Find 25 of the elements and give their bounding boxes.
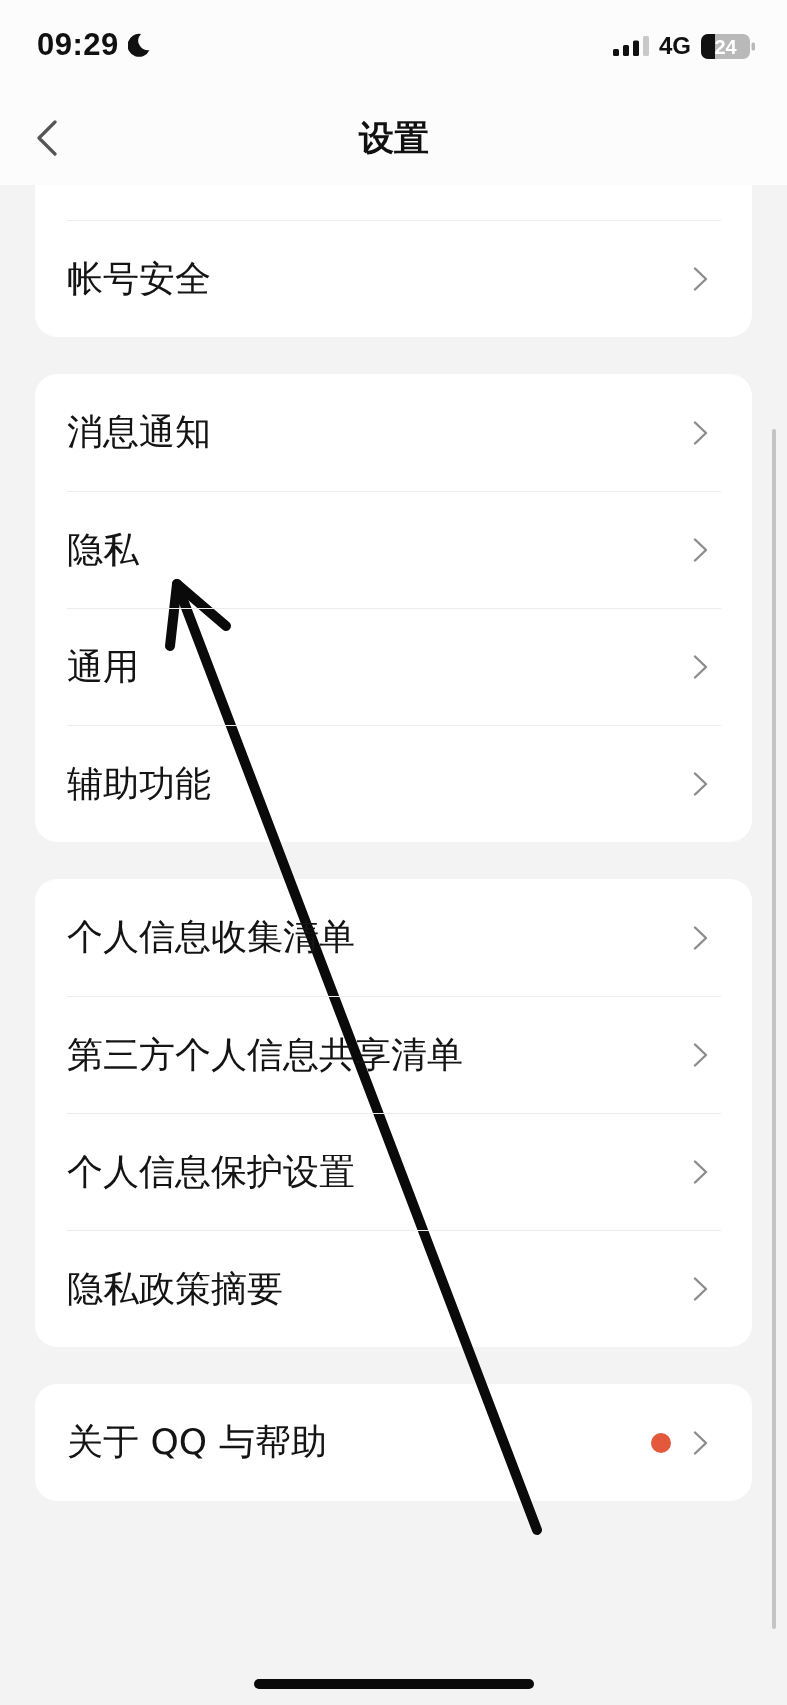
signal-icon bbox=[613, 36, 649, 56]
chevron-right-icon bbox=[693, 925, 708, 950]
moon-icon bbox=[127, 33, 150, 57]
network-type: 4G bbox=[659, 32, 691, 60]
settings-item[interactable]: 关于 QQ 与帮助 bbox=[67, 1384, 721, 1501]
back-chevron-icon bbox=[36, 120, 58, 156]
chevron-right-icon bbox=[693, 772, 708, 796]
chevron-right-icon bbox=[693, 655, 708, 679]
settings-item[interactable]: 通用 bbox=[67, 608, 721, 725]
status-time: 09:29 bbox=[37, 27, 119, 63]
settings-item[interactable]: 消息通知 bbox=[67, 374, 721, 491]
chevron-right-icon bbox=[693, 1430, 708, 1455]
chevron-right-icon bbox=[693, 420, 708, 445]
settings-item[interactable]: 辅助功能 bbox=[67, 725, 721, 842]
settings-item[interactable]: 隐私 bbox=[67, 491, 721, 608]
chevron-right-icon bbox=[693, 267, 708, 291]
chevron-right-icon bbox=[693, 538, 708, 562]
chevron-right-icon bbox=[693, 1160, 708, 1184]
chevron-right-icon bbox=[693, 1043, 708, 1067]
chevron-right-icon bbox=[693, 1277, 708, 1301]
settings-item[interactable]: 帐号安全 bbox=[67, 220, 721, 337]
page-title: 设置 bbox=[358, 116, 429, 160]
settings-item[interactable]: 隐私政策摘要 bbox=[67, 1230, 721, 1347]
settings-item[interactable]: 个人信息保护设置 bbox=[67, 1113, 721, 1230]
battery-indicator: 24 bbox=[701, 33, 755, 59]
